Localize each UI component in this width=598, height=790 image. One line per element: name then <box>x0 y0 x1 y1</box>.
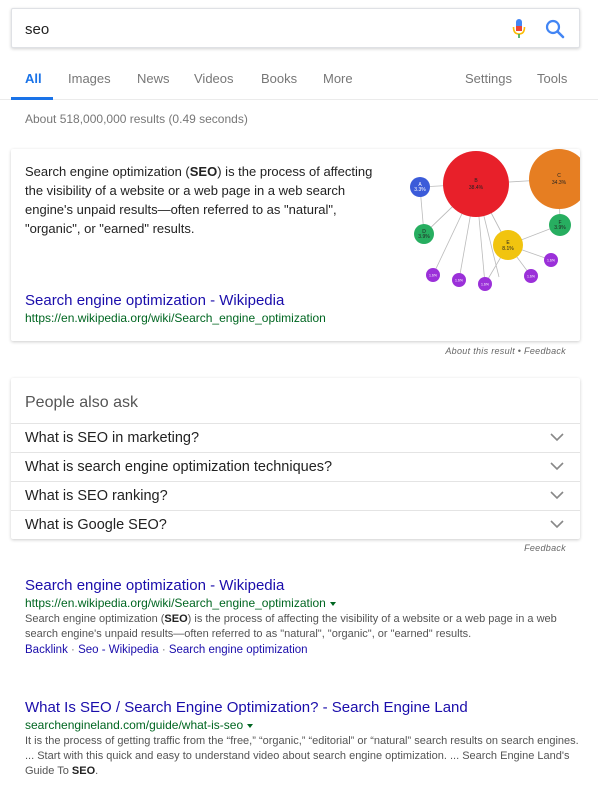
tab-tools[interactable]: Tools <box>537 71 567 86</box>
tab-books[interactable]: Books <box>261 71 297 86</box>
search-tabs: All Images News Videos Books More Settin… <box>0 60 598 100</box>
chevron-down-icon <box>550 520 564 529</box>
node-c <box>529 149 580 209</box>
tab-images[interactable]: Images <box>68 71 111 86</box>
search-result: What Is SEO / Search Engine Optimization… <box>25 699 585 779</box>
node-d-pct: 3.9% <box>418 234 430 240</box>
node-e-pct: 8.1% <box>502 246 514 252</box>
tab-videos[interactable]: Videos <box>194 71 234 86</box>
node-small-pct: 1.6% <box>455 279 463 283</box>
node-f-pct: 3.9% <box>554 225 566 231</box>
node-c-label: C <box>557 173 561 179</box>
snippet-url: https://en.wikipedia.org/wiki/Search_eng… <box>25 311 326 325</box>
node-small-pct: 1.6% <box>429 274 437 278</box>
paa-question[interactable]: What is SEO ranking? <box>11 481 580 510</box>
result-url: https://en.wikipedia.org/wiki/Search_eng… <box>25 596 585 610</box>
search-icon[interactable] <box>544 18 566 40</box>
snippet-title-link[interactable]: Search engine optimization - Wikipedia <box>25 292 284 309</box>
caret-down-icon[interactable] <box>329 601 336 606</box>
result-title-link[interactable]: Search engine optimization - Wikipedia <box>25 577 585 594</box>
node-small-pct: 1.6% <box>547 259 555 263</box>
result-description: Search engine optimization (SEO) is the … <box>25 613 557 640</box>
paa-question-text: What is SEO in marketing? <box>25 430 200 446</box>
pagerank-graph-image[interactable]: B 38.4% C 34.3% E 8.1% F 3.9% D 3.9% A 3… <box>395 149 580 299</box>
featured-snippet: Search engine optimization (SEO) is the … <box>11 149 580 341</box>
result-url: searchengineland.com/guide/what-is-seo <box>25 718 585 732</box>
search-input[interactable] <box>25 19 465 39</box>
tab-news[interactable]: News <box>137 71 170 86</box>
paa-feedback-link[interactable]: Feedback <box>524 543 566 553</box>
snippet-text: Search engine optimization (SEO) is the … <box>25 164 373 236</box>
microphone-icon[interactable] <box>512 18 526 40</box>
result-stats: About 518,000,000 results (0.49 seconds) <box>25 112 248 126</box>
people-also-ask: People also ask What is SEO in marketing… <box>11 378 580 539</box>
chevron-down-icon <box>550 491 564 500</box>
paa-question[interactable]: What is search engine optimization techn… <box>11 452 580 481</box>
paa-question-text: What is Google SEO? <box>25 517 167 533</box>
paa-title: People also ask <box>25 394 138 411</box>
result-sitelinks: Backlink · Seo - Wikipedia · Search engi… <box>25 644 308 656</box>
node-b-pct: 38.4% <box>469 185 484 191</box>
caret-down-icon[interactable] <box>247 723 254 728</box>
node-c-pct: 34.3% <box>552 180 567 186</box>
result-title-link[interactable]: What Is SEO / Search Engine Optimization… <box>25 699 585 716</box>
node-a-pct: 3.3% <box>414 187 426 193</box>
tab-settings[interactable]: Settings <box>465 71 512 86</box>
node-small-pct: 1.6% <box>481 283 489 287</box>
paa-question[interactable]: What is Google SEO? <box>11 510 580 539</box>
chevron-down-icon <box>550 462 564 471</box>
search-result: Search engine optimization - Wikipedia h… <box>25 577 585 656</box>
chevron-down-icon <box>550 433 564 442</box>
paa-question-text: What is search engine optimization techn… <box>25 459 333 475</box>
node-b <box>443 151 509 217</box>
tab-all[interactable]: All <box>25 71 42 86</box>
about-this-result-feedback[interactable]: About this result • Feedback <box>445 346 566 356</box>
sitelink-seo-wikipedia[interactable]: Seo - Wikipedia <box>78 644 159 656</box>
sitelink-search-engine-optimization[interactable]: Search engine optimization <box>169 644 308 656</box>
node-small-pct: 1.6% <box>527 275 535 279</box>
result-description: It is the process of getting traffic fro… <box>25 735 579 777</box>
sitelink-backlink[interactable]: Backlink <box>25 644 68 656</box>
paa-question[interactable]: What is SEO in marketing? <box>11 423 580 452</box>
search-bar <box>11 8 580 48</box>
tab-more[interactable]: More <box>323 71 353 86</box>
paa-question-text: What is SEO ranking? <box>25 488 168 504</box>
active-tab-indicator <box>11 97 53 100</box>
